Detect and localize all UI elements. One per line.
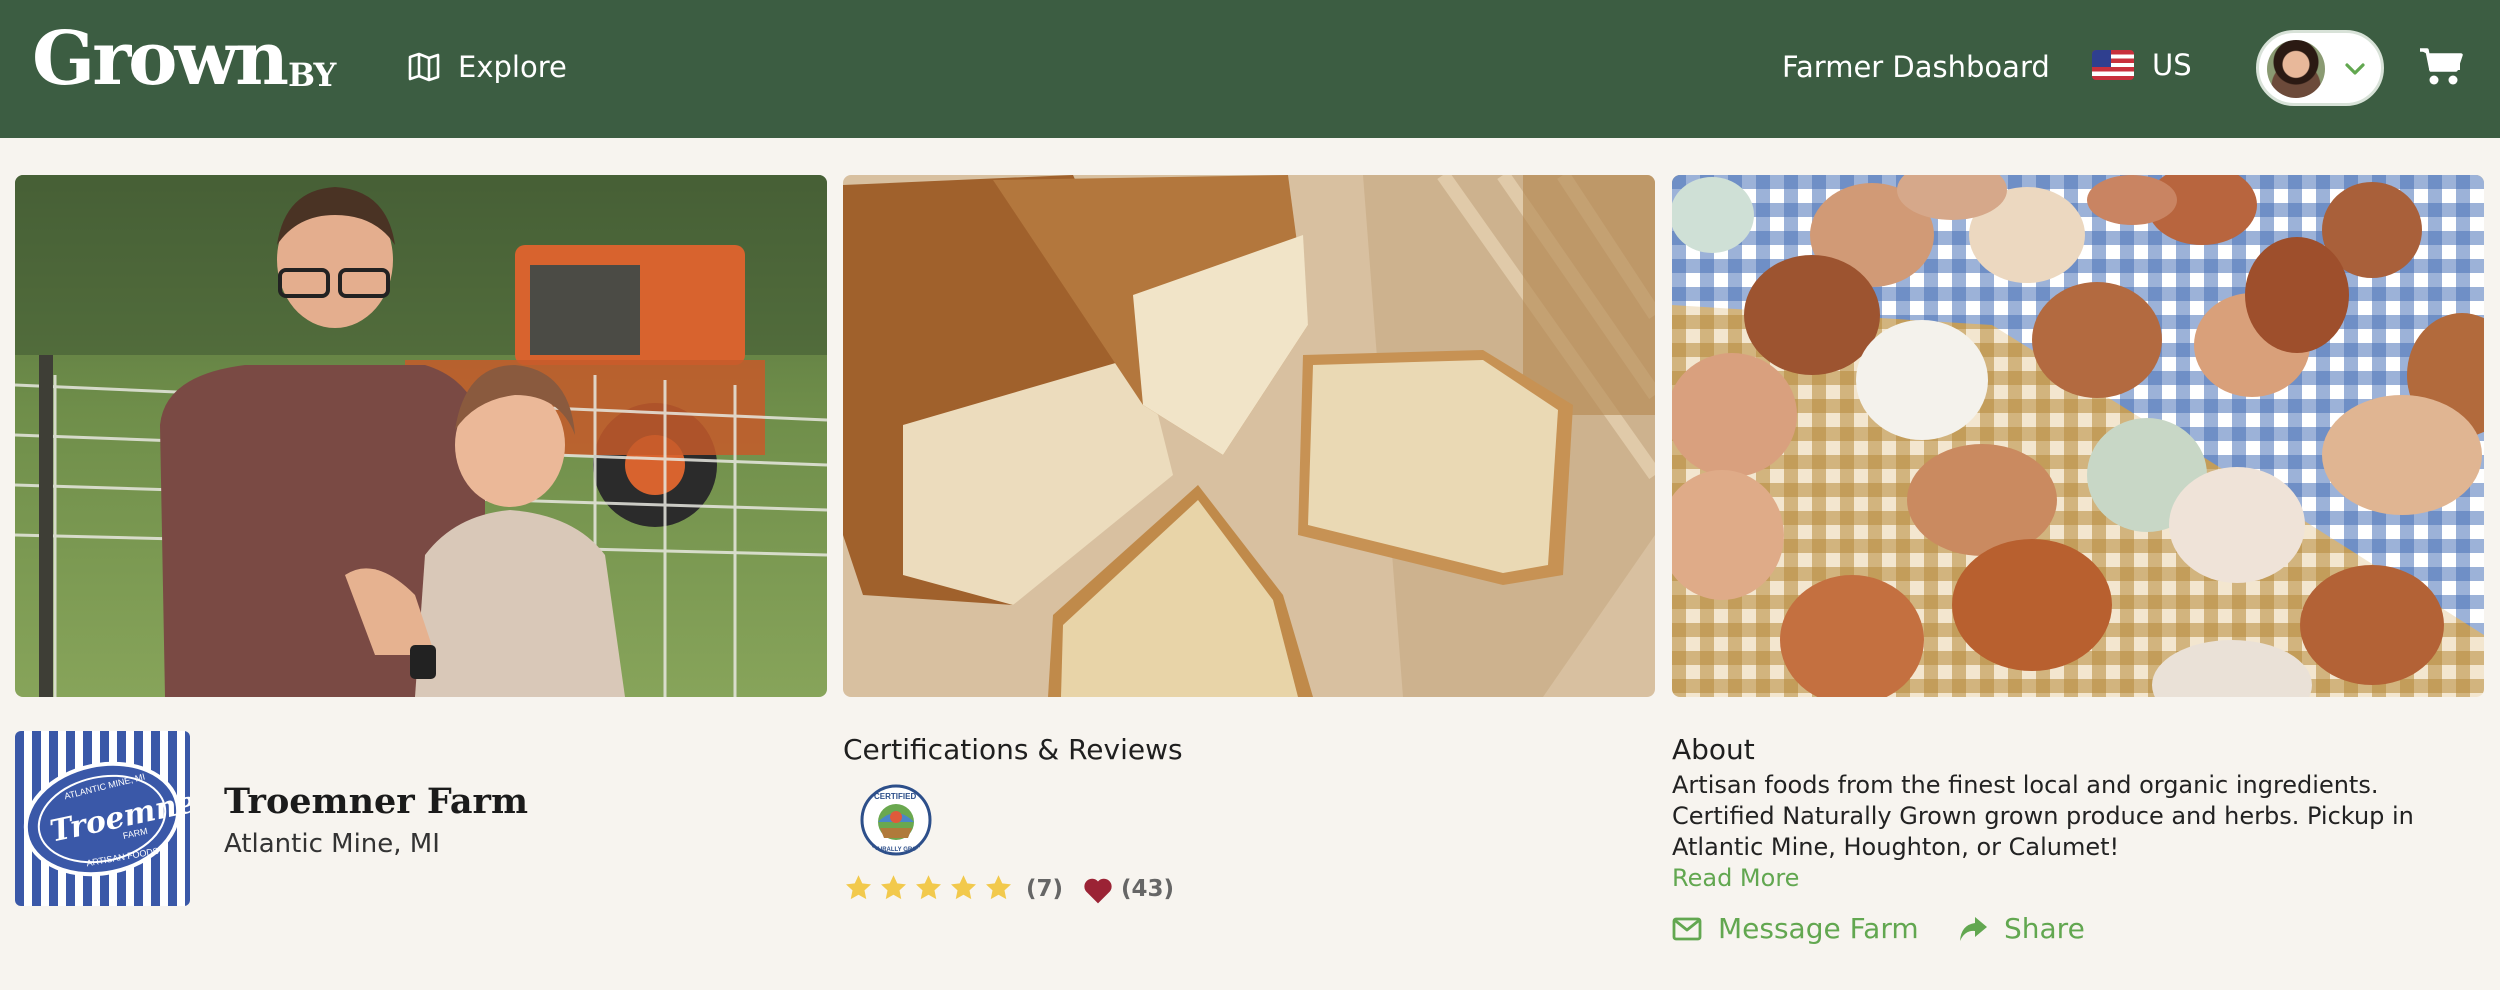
- share-button[interactable]: Share: [1958, 912, 2085, 945]
- map-icon: [408, 52, 440, 82]
- farm-photo-bread[interactable]: [843, 175, 1655, 697]
- badge-text-bottom: NATURALLY GROWN: [866, 847, 927, 853]
- farm-photo-eggs[interactable]: [1672, 175, 2484, 697]
- heart-icon[interactable]: [1082, 875, 1114, 905]
- message-farm-label: Message Farm: [1718, 912, 1919, 945]
- farm-logo[interactable]: ATLANTIC MINE, MI Troemner FARM ARTISAN …: [15, 731, 190, 906]
- eggs-image: [1672, 175, 2484, 697]
- bread-loaves-image: [843, 175, 1655, 697]
- star-icon: [951, 875, 976, 900]
- explore-link[interactable]: Explore: [408, 50, 567, 84]
- favorites-count[interactable]: (43): [1121, 876, 1174, 902]
- us-flag-icon: [2092, 50, 2134, 80]
- star-rating[interactable]: [843, 873, 1014, 903]
- message-farm-button[interactable]: Message Farm: [1672, 912, 1919, 945]
- locale-selector[interactable]: US: [2092, 48, 2192, 82]
- farm-location: Atlantic Mine, MI: [224, 829, 440, 859]
- about-description: Artisan foods from the finest local and …: [1672, 771, 2414, 861]
- avatar: [2267, 40, 2325, 98]
- certified-naturally-grown-badge[interactable]: CERTIFIED NATURALLY GROWN: [860, 784, 932, 856]
- cart-icon[interactable]: [2418, 46, 2464, 88]
- logo-suffix: BY: [288, 56, 336, 94]
- about-title: About: [1672, 733, 1755, 766]
- envelope-icon: [1672, 917, 1702, 940]
- chevron-down-icon: [2345, 63, 2365, 75]
- explore-label: Explore: [458, 50, 567, 84]
- farm-logo-emblem: ATLANTIC MINE, MI Troemner FARM ARTISAN …: [23, 761, 190, 877]
- certifications-title: Certifications & Reviews: [843, 733, 1183, 766]
- farmer-dashboard-link[interactable]: Farmer Dashboard: [1782, 50, 2050, 84]
- grownby-logo[interactable]: Grown BY: [32, 16, 336, 112]
- locale-label: US: [2152, 48, 2192, 82]
- star-icon: [916, 875, 941, 900]
- star-icon: [986, 875, 1011, 900]
- farm-photo-farmers[interactable]: [15, 175, 827, 697]
- share-label: Share: [2004, 912, 2085, 945]
- review-count[interactable]: (7): [1026, 876, 1063, 902]
- logo-wordmark: Grown: [32, 16, 289, 102]
- badge-text-top: CERTIFIED: [874, 792, 916, 801]
- farmers-portrait-image: [15, 175, 827, 697]
- read-more-link[interactable]: Read More: [1672, 864, 1799, 892]
- share-arrow-icon: [1960, 916, 1987, 941]
- farm-name: Troemner Farm: [224, 781, 529, 822]
- star-icon: [846, 875, 871, 900]
- star-icon: [881, 875, 906, 900]
- account-menu-button[interactable]: [2256, 30, 2384, 106]
- top-navigation-bar: Grown BY Explore Farmer Dashboard US: [0, 0, 2500, 138]
